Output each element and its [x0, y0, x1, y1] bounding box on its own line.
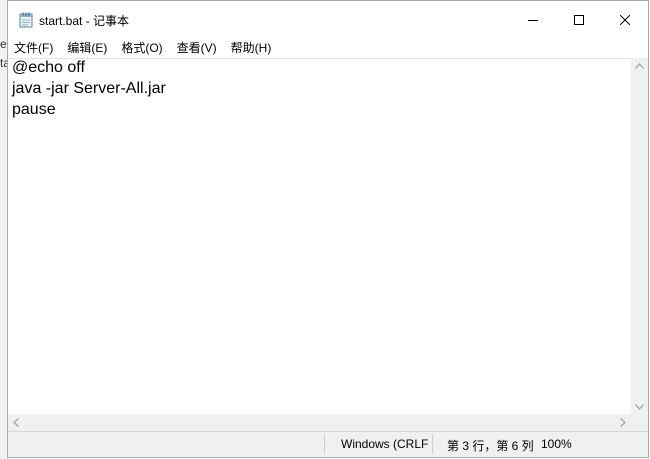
- editor-line: java -jar Server-All.jar: [12, 80, 166, 97]
- menu-edit[interactable]: 编辑(E): [60, 39, 114, 58]
- status-line-ending: Windows (CRLF: [341, 437, 429, 451]
- scroll-left-icon[interactable]: [13, 418, 19, 429]
- close-icon: [620, 15, 630, 25]
- menu-file[interactable]: 文件(F): [8, 39, 60, 58]
- maximize-icon: [574, 15, 584, 25]
- scroll-right-icon[interactable]: [620, 418, 626, 429]
- title-bar[interactable]: start.bat - 记事本: [8, 1, 648, 39]
- minimize-button[interactable]: [510, 1, 556, 39]
- close-button[interactable]: [602, 1, 648, 39]
- scrollbar-corner: [631, 414, 648, 431]
- editor-line: pause: [12, 101, 56, 118]
- menu-format[interactable]: 格式(O): [114, 39, 169, 58]
- window-title: start.bat - 记事本: [39, 14, 130, 28]
- scroll-up-icon[interactable]: [635, 62, 644, 71]
- status-bar: Windows (CRLF 第 3 行，第 6 列 100%: [8, 431, 648, 457]
- background-text-fragment: e: [0, 37, 7, 51]
- maximize-button[interactable]: [556, 1, 602, 39]
- editor-line: @echo off: [12, 59, 85, 76]
- minimize-icon: [528, 20, 538, 21]
- status-separator: [324, 434, 325, 454]
- menu-bar: 文件(F) 编辑(E) 格式(O) 查看(V) 帮助(H): [8, 39, 648, 58]
- vertical-scrollbar[interactable]: [631, 58, 648, 414]
- menu-view[interactable]: 查看(V): [170, 39, 224, 58]
- status-zoom: 100%: [541, 437, 572, 451]
- notepad-icon: [19, 12, 33, 28]
- text-editor[interactable]: @echo off java -jar Server-All.jar pause: [8, 58, 631, 414]
- status-cursor-position: 第 3 行，第 6 列: [447, 439, 534, 453]
- menu-help[interactable]: 帮助(H): [224, 39, 279, 58]
- scroll-down-icon[interactable]: [635, 403, 644, 412]
- horizontal-scrollbar[interactable]: [8, 414, 631, 431]
- status-separator: [432, 434, 433, 454]
- notepad-window: start.bat - 记事本 文件(F) 编辑(E) 格式(O) 查看(V) …: [7, 0, 649, 458]
